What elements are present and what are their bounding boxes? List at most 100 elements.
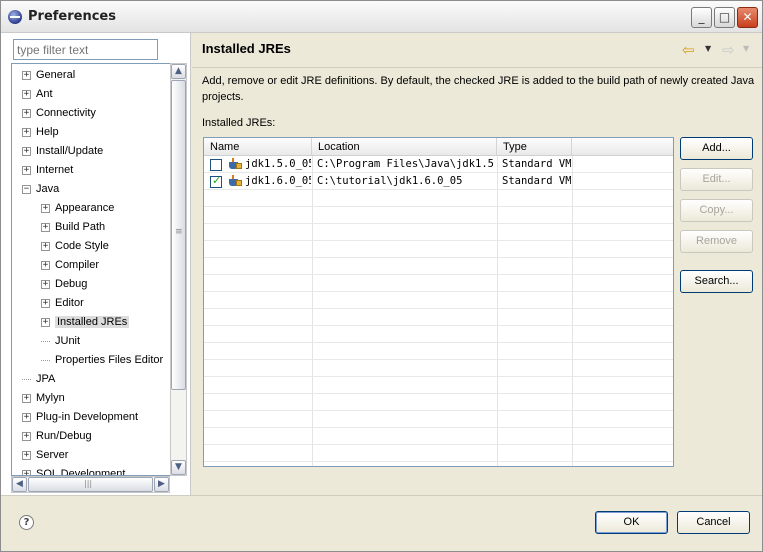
tree-item-label: Compiler <box>55 259 100 271</box>
table-row <box>204 326 673 343</box>
edit-button[interactable]: Edit... <box>680 168 753 191</box>
tree-item-label: Help <box>36 126 59 138</box>
filter-input[interactable] <box>13 39 158 60</box>
table-header: Name Location Type <box>204 138 673 156</box>
tree-item[interactable]: + Ant <box>22 85 53 104</box>
jre-type-cell: Standard VM <box>502 175 571 187</box>
back-history-dropdown-icon[interactable]: ▼ <box>705 44 711 53</box>
tree-item-label: Code Style <box>55 240 109 252</box>
expand-icon[interactable]: + <box>22 146 31 156</box>
ok-button[interactable]: OK <box>595 511 668 534</box>
expand-icon[interactable]: + <box>22 127 31 137</box>
tree-item-label: Java <box>36 183 60 195</box>
expand-icon[interactable]: + <box>22 412 31 422</box>
back-arrow-icon[interactable]: ⇦ <box>682 41 695 59</box>
horizontal-scroll-thumb[interactable] <box>28 477 153 492</box>
jre-library-icon <box>228 175 242 187</box>
help-icon[interactable]: ? <box>19 515 34 530</box>
expand-icon[interactable]: + <box>41 222 50 232</box>
close-button[interactable]: ✕ <box>737 7 758 28</box>
tree-connector-line <box>41 340 50 342</box>
tree-item[interactable]: + Code Style <box>41 237 109 256</box>
table-row <box>204 207 673 224</box>
expand-icon[interactable]: + <box>22 450 31 460</box>
scroll-right-arrow-icon[interactable]: ▶ <box>154 477 169 492</box>
jre-name-cell: jdk1.5.0_05 <box>245 158 311 170</box>
expand-icon[interactable]: + <box>22 70 31 80</box>
default-jre-checkbox[interactable] <box>210 159 222 171</box>
expand-icon[interactable]: + <box>41 260 50 270</box>
tree-item[interactable]: + Debug <box>41 275 87 294</box>
expand-icon[interactable]: + <box>41 241 50 251</box>
expand-icon[interactable]: + <box>41 279 50 289</box>
minimize-button[interactable]: _ <box>691 7 712 28</box>
tree-item[interactable]: + Install/Update <box>22 142 103 161</box>
tree-item-label: Mylyn <box>36 392 65 404</box>
tree-item[interactable]: − Java <box>22 180 59 199</box>
tree-horizontal-scrollbar[interactable]: ◀ ▶ <box>11 476 170 493</box>
table-row <box>204 241 673 258</box>
tree-item[interactable]: + General <box>22 66 75 85</box>
preferences-tree: + General + Ant + Connectivity + Help + Install/U… <box>11 63 170 476</box>
expand-icon[interactable]: + <box>22 393 31 403</box>
tree-item[interactable]: JPA <box>22 370 55 389</box>
title-separator <box>192 67 762 68</box>
table-row <box>204 360 673 377</box>
tree-item[interactable]: Properties Files Editor <box>41 351 163 370</box>
left-pane: + General + Ant + Connectivity + Help + Install/U… <box>1 33 191 495</box>
expand-icon[interactable]: + <box>41 317 50 327</box>
maximize-button[interactable]: □ <box>714 7 735 28</box>
title-bar[interactable]: Preferences _ □ ✕ <box>1 1 762 33</box>
table-row[interactable]: jdk1.5.0_05 C:\Program Files\Java\jdk1.5.… <box>204 156 673 173</box>
default-jre-checkbox[interactable] <box>210 174 222 188</box>
table-row <box>204 258 673 275</box>
table-row <box>204 445 673 462</box>
expand-icon[interactable]: + <box>22 108 31 118</box>
search-button[interactable]: Search... <box>680 270 753 293</box>
tree-item[interactable]: + Appearance <box>41 199 114 218</box>
table-row <box>204 411 673 428</box>
tree-item[interactable]: + Editor <box>41 294 84 313</box>
table-row <box>204 224 673 241</box>
add-button[interactable]: Add... <box>680 137 753 160</box>
table-row <box>204 190 673 207</box>
tree-item[interactable]: + Installed JREs <box>41 313 130 332</box>
cancel-button[interactable]: Cancel <box>677 511 750 534</box>
expand-icon[interactable]: + <box>22 431 31 441</box>
tree-item[interactable]: + Compiler <box>41 256 99 275</box>
tree-item[interactable]: + Plug-in Development <box>22 408 138 427</box>
tree-item[interactable]: + Internet <box>22 161 73 180</box>
vertical-scroll-thumb[interactable] <box>171 80 186 390</box>
tree-item[interactable]: + Server <box>22 446 68 465</box>
window-title: Preferences <box>28 9 116 24</box>
column-header-location[interactable]: Location <box>312 138 497 156</box>
tree-item-label: Editor <box>55 297 84 309</box>
tree-item[interactable]: + Help <box>22 123 59 142</box>
tree-vertical-scrollbar[interactable]: ▲ ▼ <box>170 63 187 476</box>
tree-item[interactable]: + Run/Debug <box>22 427 92 446</box>
column-header-type[interactable]: Type <box>497 138 572 156</box>
expand-icon[interactable]: + <box>41 203 50 213</box>
tree-item-label: Connectivity <box>36 107 96 119</box>
expand-icon[interactable]: + <box>41 298 50 308</box>
tree-item-label: Install/Update <box>36 145 104 157</box>
jre-location-cell: C:\Program Files\Java\jdk1.5.0_05 <box>317 158 496 170</box>
tree-item[interactable]: + Build Path <box>41 218 105 237</box>
table-row <box>204 394 673 411</box>
scroll-up-arrow-icon[interactable]: ▲ <box>171 64 186 79</box>
scroll-left-arrow-icon[interactable]: ◀ <box>12 477 27 492</box>
column-header-name[interactable]: Name <box>204 138 312 156</box>
tree-item[interactable]: + Connectivity <box>22 104 96 123</box>
expand-icon[interactable]: + <box>22 165 31 175</box>
remove-button[interactable]: Remove <box>680 230 753 253</box>
table-row[interactable]: jdk1.6.0_05 C:\tutorial\jdk1.6.0_05 Standa… <box>204 173 673 190</box>
tree-item[interactable]: JUnit <box>41 332 80 351</box>
tree-item[interactable]: + Mylyn <box>22 389 65 408</box>
scroll-down-arrow-icon[interactable]: ▼ <box>171 460 186 475</box>
tree-item[interactable]: + SQL Development <box>22 465 125 475</box>
tree-item-label: Properties Files Editor <box>55 354 164 366</box>
copy-button[interactable]: Copy... <box>680 199 753 222</box>
jre-table: Name Location Type jdk1.5.0_05 C:\Program… <box>203 137 674 467</box>
collapse-icon[interactable]: − <box>22 184 31 194</box>
expand-icon[interactable]: + <box>22 89 31 99</box>
